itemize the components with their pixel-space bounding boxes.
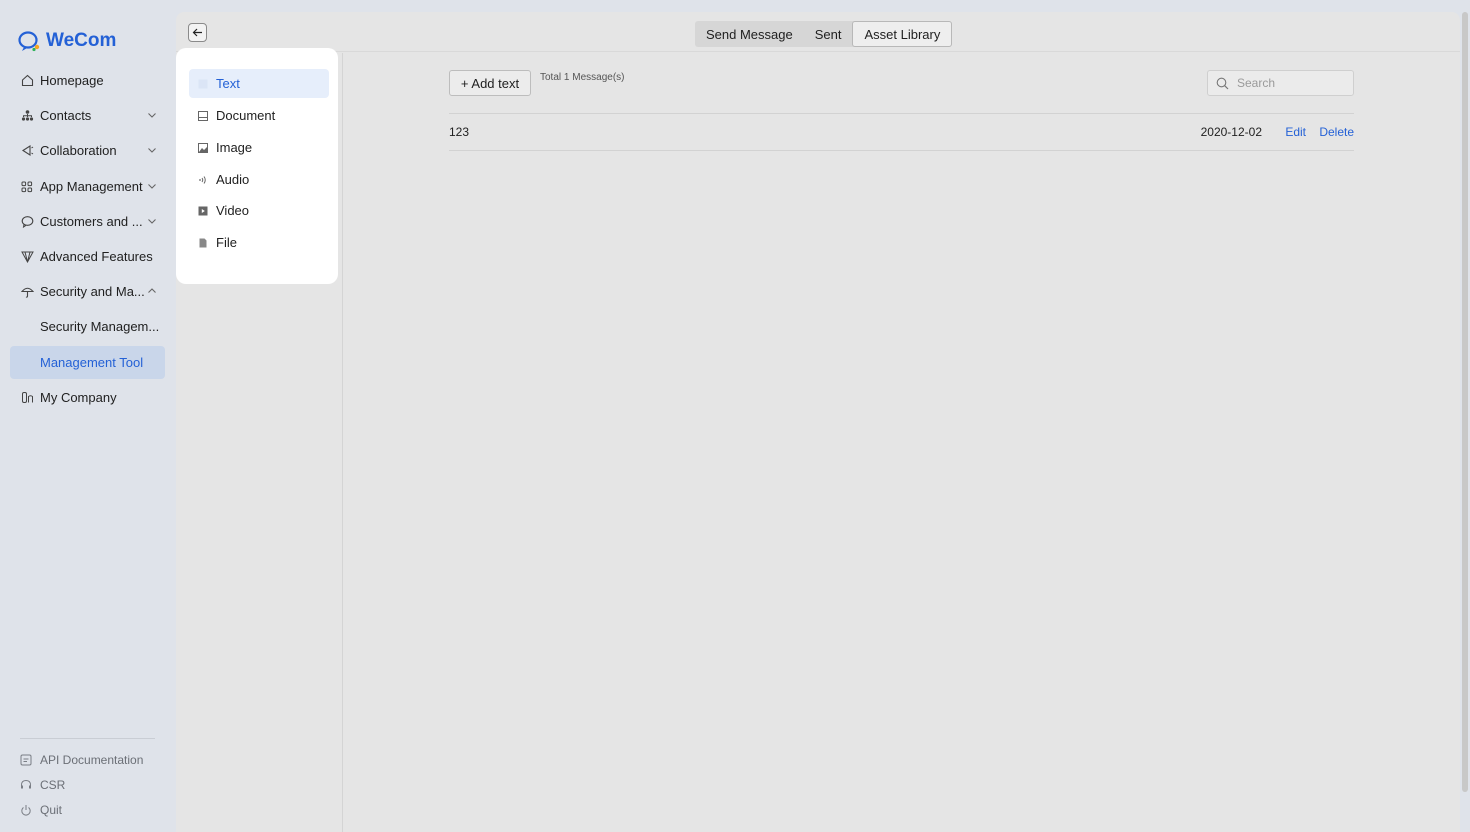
umbrella-icon — [20, 285, 34, 299]
logo-text: WeCom — [46, 30, 117, 51]
quit-link[interactable]: Quit — [20, 801, 62, 819]
category-image[interactable]: Image — [189, 133, 329, 162]
csr-link[interactable]: CSR — [20, 776, 65, 794]
power-icon — [20, 804, 32, 816]
search-icon — [1216, 77, 1229, 90]
top-bar: Send Message Sent Asset Library — [176, 12, 1460, 52]
headset-icon — [20, 779, 32, 791]
category-label: Image — [216, 140, 253, 155]
sidebar-item-collaboration[interactable]: Collaboration — [10, 134, 165, 167]
category-document[interactable]: Document — [189, 101, 329, 130]
sidebar-item-label: Contacts — [40, 108, 92, 123]
wecom-logo[interactable]: WeCom — [18, 28, 116, 54]
chevron-up-icon — [148, 288, 156, 293]
api-documentation-link[interactable]: API Documentation — [20, 751, 143, 769]
image-icon — [197, 142, 208, 153]
message-date: 2020-12-02 — [1200, 124, 1262, 139]
collaboration-icon — [20, 144, 34, 158]
sidebar-item-label: Security and Ma... — [40, 284, 145, 299]
tab-sent[interactable]: Sent — [804, 21, 853, 47]
sidebar: WeCom Homepage Contacts Collaboration Ap… — [0, 0, 176, 832]
category-label: Audio — [216, 172, 250, 187]
panel-divider — [342, 53, 343, 832]
sidebar-item-label: Customers and ... — [40, 214, 143, 229]
chevron-down-icon — [148, 184, 156, 189]
category-label: Text — [216, 76, 240, 91]
category-label: Document — [216, 108, 276, 123]
back-button[interactable] — [188, 23, 207, 42]
add-text-button[interactable]: + Add text — [449, 70, 531, 96]
sidebar-item-app-management[interactable]: App Management — [10, 170, 165, 203]
sidebar-item-label: App Management — [40, 179, 143, 194]
sidebar-item-contacts[interactable]: Contacts — [10, 99, 165, 132]
edit-link[interactable]: Edit — [1285, 125, 1306, 139]
sidebar-item-label: Homepage — [40, 73, 104, 88]
company-icon — [20, 391, 34, 405]
video-icon — [197, 205, 208, 216]
quit-label: Quit — [40, 803, 63, 817]
document-icon — [20, 754, 32, 766]
sidebar-item-homepage[interactable]: Homepage — [10, 64, 165, 97]
tab-send-message[interactable]: Send Message — [695, 21, 804, 47]
main-panel: Send Message Sent Asset Library Text Doc… — [176, 12, 1460, 832]
sidebar-item-advanced-features[interactable]: Advanced Features — [10, 240, 165, 273]
sidebar-item-customers[interactable]: Customers and ... — [10, 205, 165, 238]
sidebar-item-my-company[interactable]: My Company — [10, 381, 165, 414]
arrow-left-icon — [192, 28, 202, 37]
sidebar-item-label: Collaboration — [40, 143, 117, 158]
table-row[interactable]: 123 2020-12-02 Edit Delete — [449, 113, 1354, 150]
apps-grid-icon — [20, 180, 34, 194]
sidebar-item-security-and-management[interactable]: Security and Ma... — [10, 275, 165, 308]
text-icon — [197, 78, 208, 89]
sidebar-item-label: Security Managem... — [40, 319, 160, 334]
message-content: 123 — [449, 124, 470, 139]
wecom-logo-icon — [18, 31, 40, 52]
chevron-down-icon — [148, 113, 156, 118]
sidebar-item-label: Advanced Features — [40, 249, 153, 264]
category-text[interactable]: Text — [189, 69, 329, 98]
diamond-icon — [20, 250, 34, 264]
sidebar-item-management-tool[interactable]: Management Tool — [10, 346, 165, 379]
api-documentation-label: API Documentation — [40, 753, 144, 767]
delete-link[interactable]: Delete — [1319, 125, 1354, 139]
document-icon — [197, 110, 208, 121]
audio-icon — [197, 174, 208, 185]
file-icon — [197, 237, 208, 248]
tab-asset-library[interactable]: Asset Library — [852, 21, 953, 47]
home-icon — [20, 74, 34, 88]
org-chart-icon — [20, 109, 34, 123]
asset-category-panel: Text Document Image Audio Video File — [176, 48, 338, 284]
search-box[interactable] — [1207, 70, 1354, 96]
sidebar-item-label: My Company — [40, 390, 117, 405]
category-video[interactable]: Video — [189, 196, 329, 225]
chevron-down-icon — [148, 148, 156, 153]
sidebar-item-label: Management Tool — [40, 355, 144, 370]
tab-group: Send Message Sent Asset Library — [695, 21, 953, 47]
category-label: Video — [216, 203, 250, 218]
vertical-scrollbar[interactable] — [1462, 12, 1468, 792]
category-label: File — [216, 235, 237, 250]
total-messages-count: Total 1 Message(s) — [540, 72, 625, 83]
chat-bubble-icon — [20, 215, 34, 229]
table-bottom-border — [449, 150, 1354, 151]
category-file[interactable]: File — [189, 228, 329, 257]
sidebar-divider — [20, 738, 155, 739]
category-audio[interactable]: Audio — [189, 165, 329, 194]
chevron-down-icon — [148, 219, 156, 224]
search-input[interactable] — [1237, 76, 1347, 90]
csr-label: CSR — [40, 778, 66, 792]
sidebar-item-security-management[interactable]: Security Managem... — [10, 310, 165, 343]
